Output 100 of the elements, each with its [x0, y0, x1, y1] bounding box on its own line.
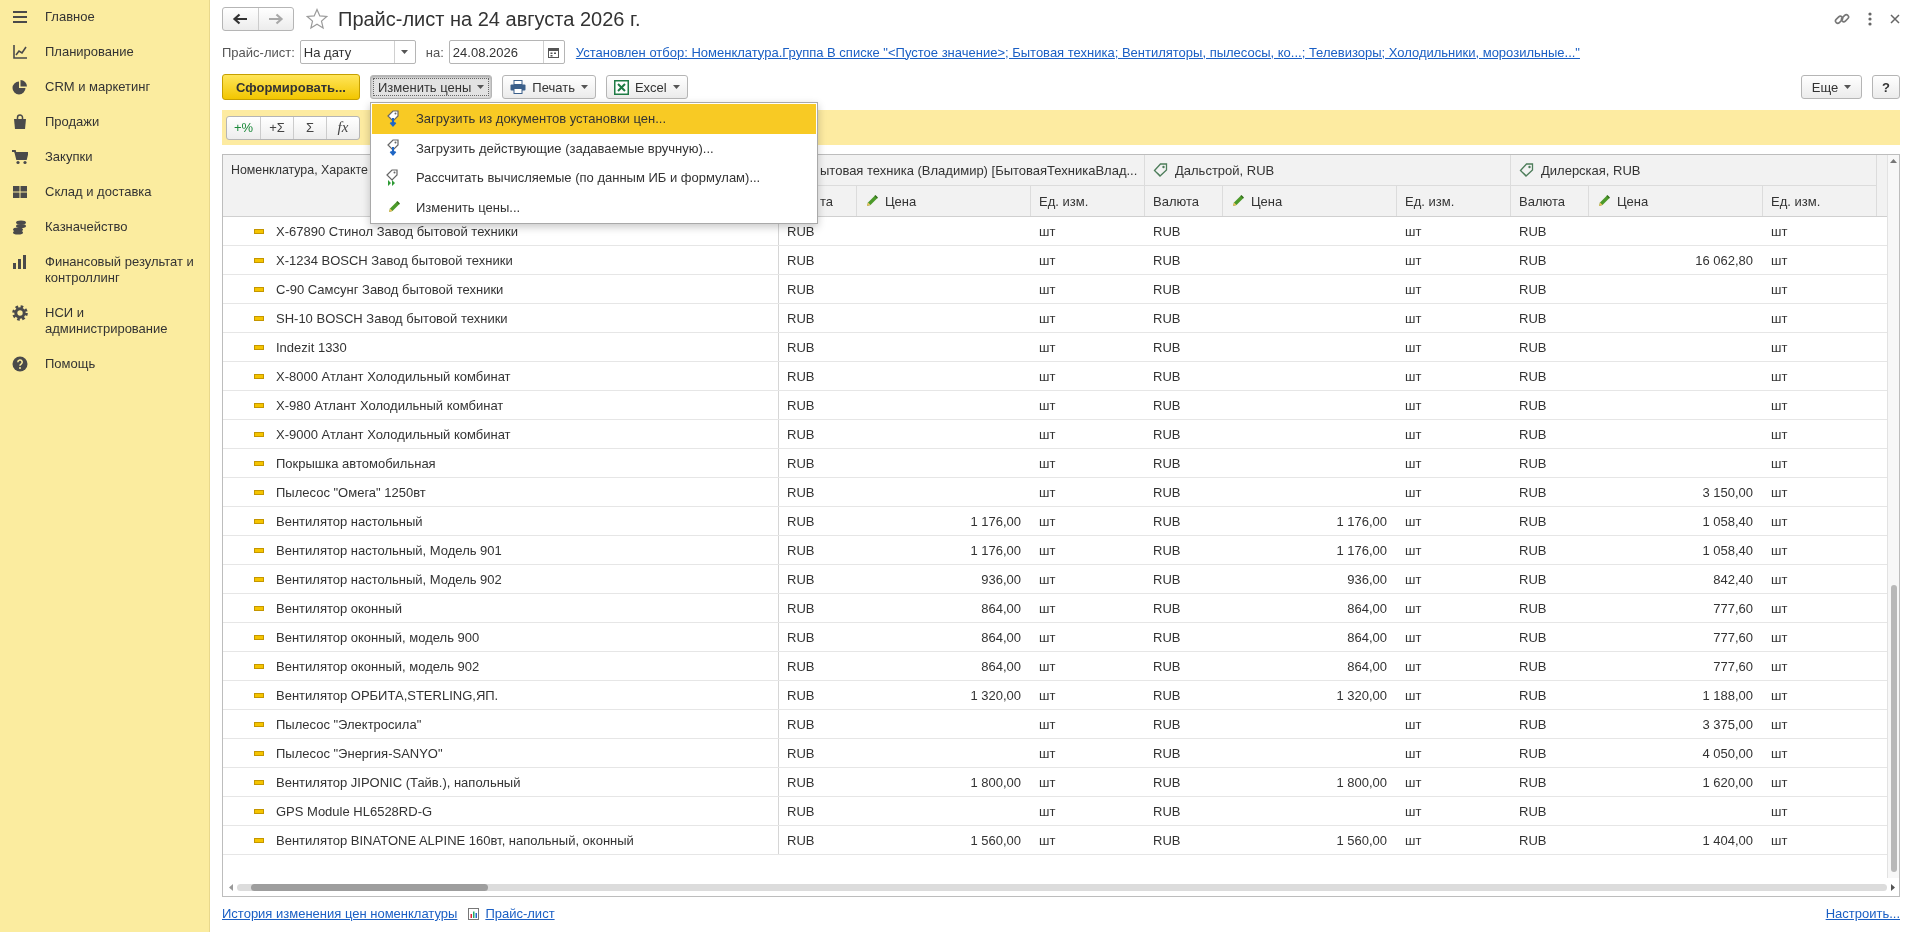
table-cell-text: RUB: [1152, 541, 1182, 560]
grid-icon: [12, 184, 28, 200]
table-cell-text: RUB: [1518, 686, 1548, 705]
table-cell: Indezit 1330: [223, 333, 779, 361]
table-cell-text: RUB: [1518, 831, 1548, 850]
menu-button[interactable]: Еще: [1801, 75, 1862, 99]
tag-icon: [1519, 162, 1535, 178]
sidebar-item[interactable]: CRM и маркетинг: [0, 70, 209, 105]
table-cell-text: RUB: [1152, 831, 1182, 850]
history-link[interactable]: История изменения цен номенклатуры: [222, 906, 458, 921]
menu-item[interactable]: Загрузить из документов установки цен...: [372, 104, 816, 134]
table-cell-text: RUB: [1518, 425, 1548, 444]
scroll-up-icon[interactable]: [1890, 159, 1897, 163]
more-icon[interactable]: [1868, 12, 1872, 26]
calc-button[interactable]: Σ: [293, 116, 326, 139]
sidebar-item[interactable]: Продажи: [0, 105, 209, 140]
table-cell-text: 1 176,00: [1335, 512, 1388, 531]
calc-button[interactable]: fx: [326, 116, 359, 139]
table-cell-text: RUB: [1518, 715, 1548, 734]
dash-icon: [254, 634, 264, 640]
report-link[interactable]: Прайс-лист: [485, 906, 555, 921]
table-cell-text: 936,00: [980, 570, 1022, 589]
table-cell-text: шт: [1770, 222, 1789, 241]
filter-link[interactable]: Установлен отбор: Номенклатура.Группа В списке "<Пустое значение>; Бытовая техника; Вентиляторы, пылесосы, ко...; Телевизоры; Холодильники, морозильные...": [575, 44, 1580, 60]
table-cell-text: шт: [1770, 512, 1789, 531]
table-cell: X-8000 Атлант Холодильный комбинат: [223, 362, 779, 390]
table-cell: Вентилятор оконный, модель 900: [223, 623, 779, 651]
close-icon[interactable]: [1890, 14, 1900, 24]
table-cell-text: 1 176,00: [1335, 541, 1388, 560]
table-cell-text: шт: [1404, 512, 1423, 531]
table-cell-text: 3 150,00: [1701, 483, 1754, 502]
table-cell-text: RUB: [1518, 657, 1548, 676]
table-cell-text: шт: [1038, 483, 1057, 502]
table-cell-text: 777,60: [1712, 657, 1754, 676]
table-cell-text: шт: [1770, 744, 1789, 763]
caret-icon: [1844, 85, 1852, 89]
dash-icon: [254, 750, 264, 756]
print-button[interactable]: Печать: [502, 75, 596, 99]
table-cell-text: RUB: [1518, 802, 1548, 821]
cart-icon: [12, 149, 28, 165]
table-cell-text: RUB: [786, 309, 816, 328]
date-field[interactable]: 24.08.2026: [448, 40, 565, 64]
link-icon[interactable]: [1834, 11, 1850, 27]
select-field[interactable]: На дату: [299, 40, 416, 64]
table-cell-text: шт: [1404, 425, 1423, 444]
table-cell-text: RUB: [786, 628, 816, 647]
scroll-right-icon[interactable]: [1891, 883, 1895, 891]
sidebar-item[interactable]: Закупки: [0, 140, 209, 175]
table-cell-text: шт: [1038, 512, 1057, 531]
column-group-header: Дальстрой, RUB: [1145, 155, 1511, 186]
table-cell-text: 1 320,00: [969, 686, 1022, 705]
table-cell-text: шт: [1770, 628, 1789, 647]
sidebar-item[interactable]: Финансовый результат и контроллинг: [0, 245, 209, 296]
table-cell-text: шт: [1038, 570, 1057, 589]
table-cell-text: шт: [1770, 831, 1789, 850]
sidebar-item[interactable]: Казначейство: [0, 210, 209, 245]
table-cell-text: шт: [1038, 831, 1057, 850]
gear-icon: [12, 305, 28, 321]
table-cell-text: RUB: [1152, 251, 1182, 270]
scroll-left-icon[interactable]: [229, 883, 233, 891]
generate-button[interactable]: Сформировать...: [222, 74, 360, 100]
table-cell-text: RUB: [1152, 628, 1182, 647]
sidebar-item[interactable]: Планирование: [0, 35, 209, 70]
dash-icon: [254, 576, 264, 582]
table-cell-text: шт: [1770, 367, 1789, 386]
pencil-icon: [386, 200, 402, 215]
sidebar-item[interactable]: Главное: [0, 0, 209, 35]
table-cell-text: RUB: [1152, 222, 1182, 241]
table-cell-text: RUB: [1518, 773, 1548, 792]
table-cell-text: RUB: [1518, 512, 1548, 531]
table-cell-text: 1 560,00: [1335, 831, 1388, 850]
calc-button[interactable]: +%: [227, 116, 260, 139]
sidebar-item[interactable]: Склад и доставка: [0, 175, 209, 210]
dash-icon: [254, 402, 264, 408]
table-cell-text: RUB: [786, 338, 816, 357]
sidebar-item[interactable]: НСИ и администрирование: [0, 296, 209, 347]
table-cell-text: RUB: [1152, 744, 1182, 763]
menu-button[interactable]: Изменить цены: [370, 75, 493, 99]
calc-button[interactable]: +Σ: [260, 116, 293, 139]
table-cell-text: RUB: [1518, 599, 1548, 618]
caret-icon: [672, 85, 680, 89]
table-cell: Покрышка автомобильная: [223, 449, 779, 477]
vertical-scrollbar[interactable]: [1887, 155, 1899, 878]
table-cell-text: RUB: [786, 570, 816, 589]
coins-icon: [12, 219, 28, 235]
dash-icon: [254, 431, 264, 437]
shopping-bag-icon: [12, 114, 28, 130]
pie-chart-icon: [12, 79, 28, 95]
table-cell-text: 777,60: [1712, 628, 1754, 647]
table-cell-text: 842,40: [1712, 570, 1754, 589]
help-button[interactable]: ?: [1872, 75, 1900, 99]
table-cell-text: RUB: [1518, 628, 1548, 647]
table-cell-text: шт: [1404, 599, 1423, 618]
table-cell: C-90 Самсунг Завод бытовой техники: [223, 275, 779, 303]
star-icon[interactable]: [306, 8, 328, 30]
table-cell-text: 1 404,00: [1701, 831, 1754, 850]
export-button[interactable]: Excel: [605, 75, 688, 99]
settings-link[interactable]: Настроить...: [1825, 906, 1900, 921]
table-cell: Вентилятор оконный: [223, 594, 779, 622]
sidebar-item[interactable]: Помощь: [0, 347, 209, 382]
